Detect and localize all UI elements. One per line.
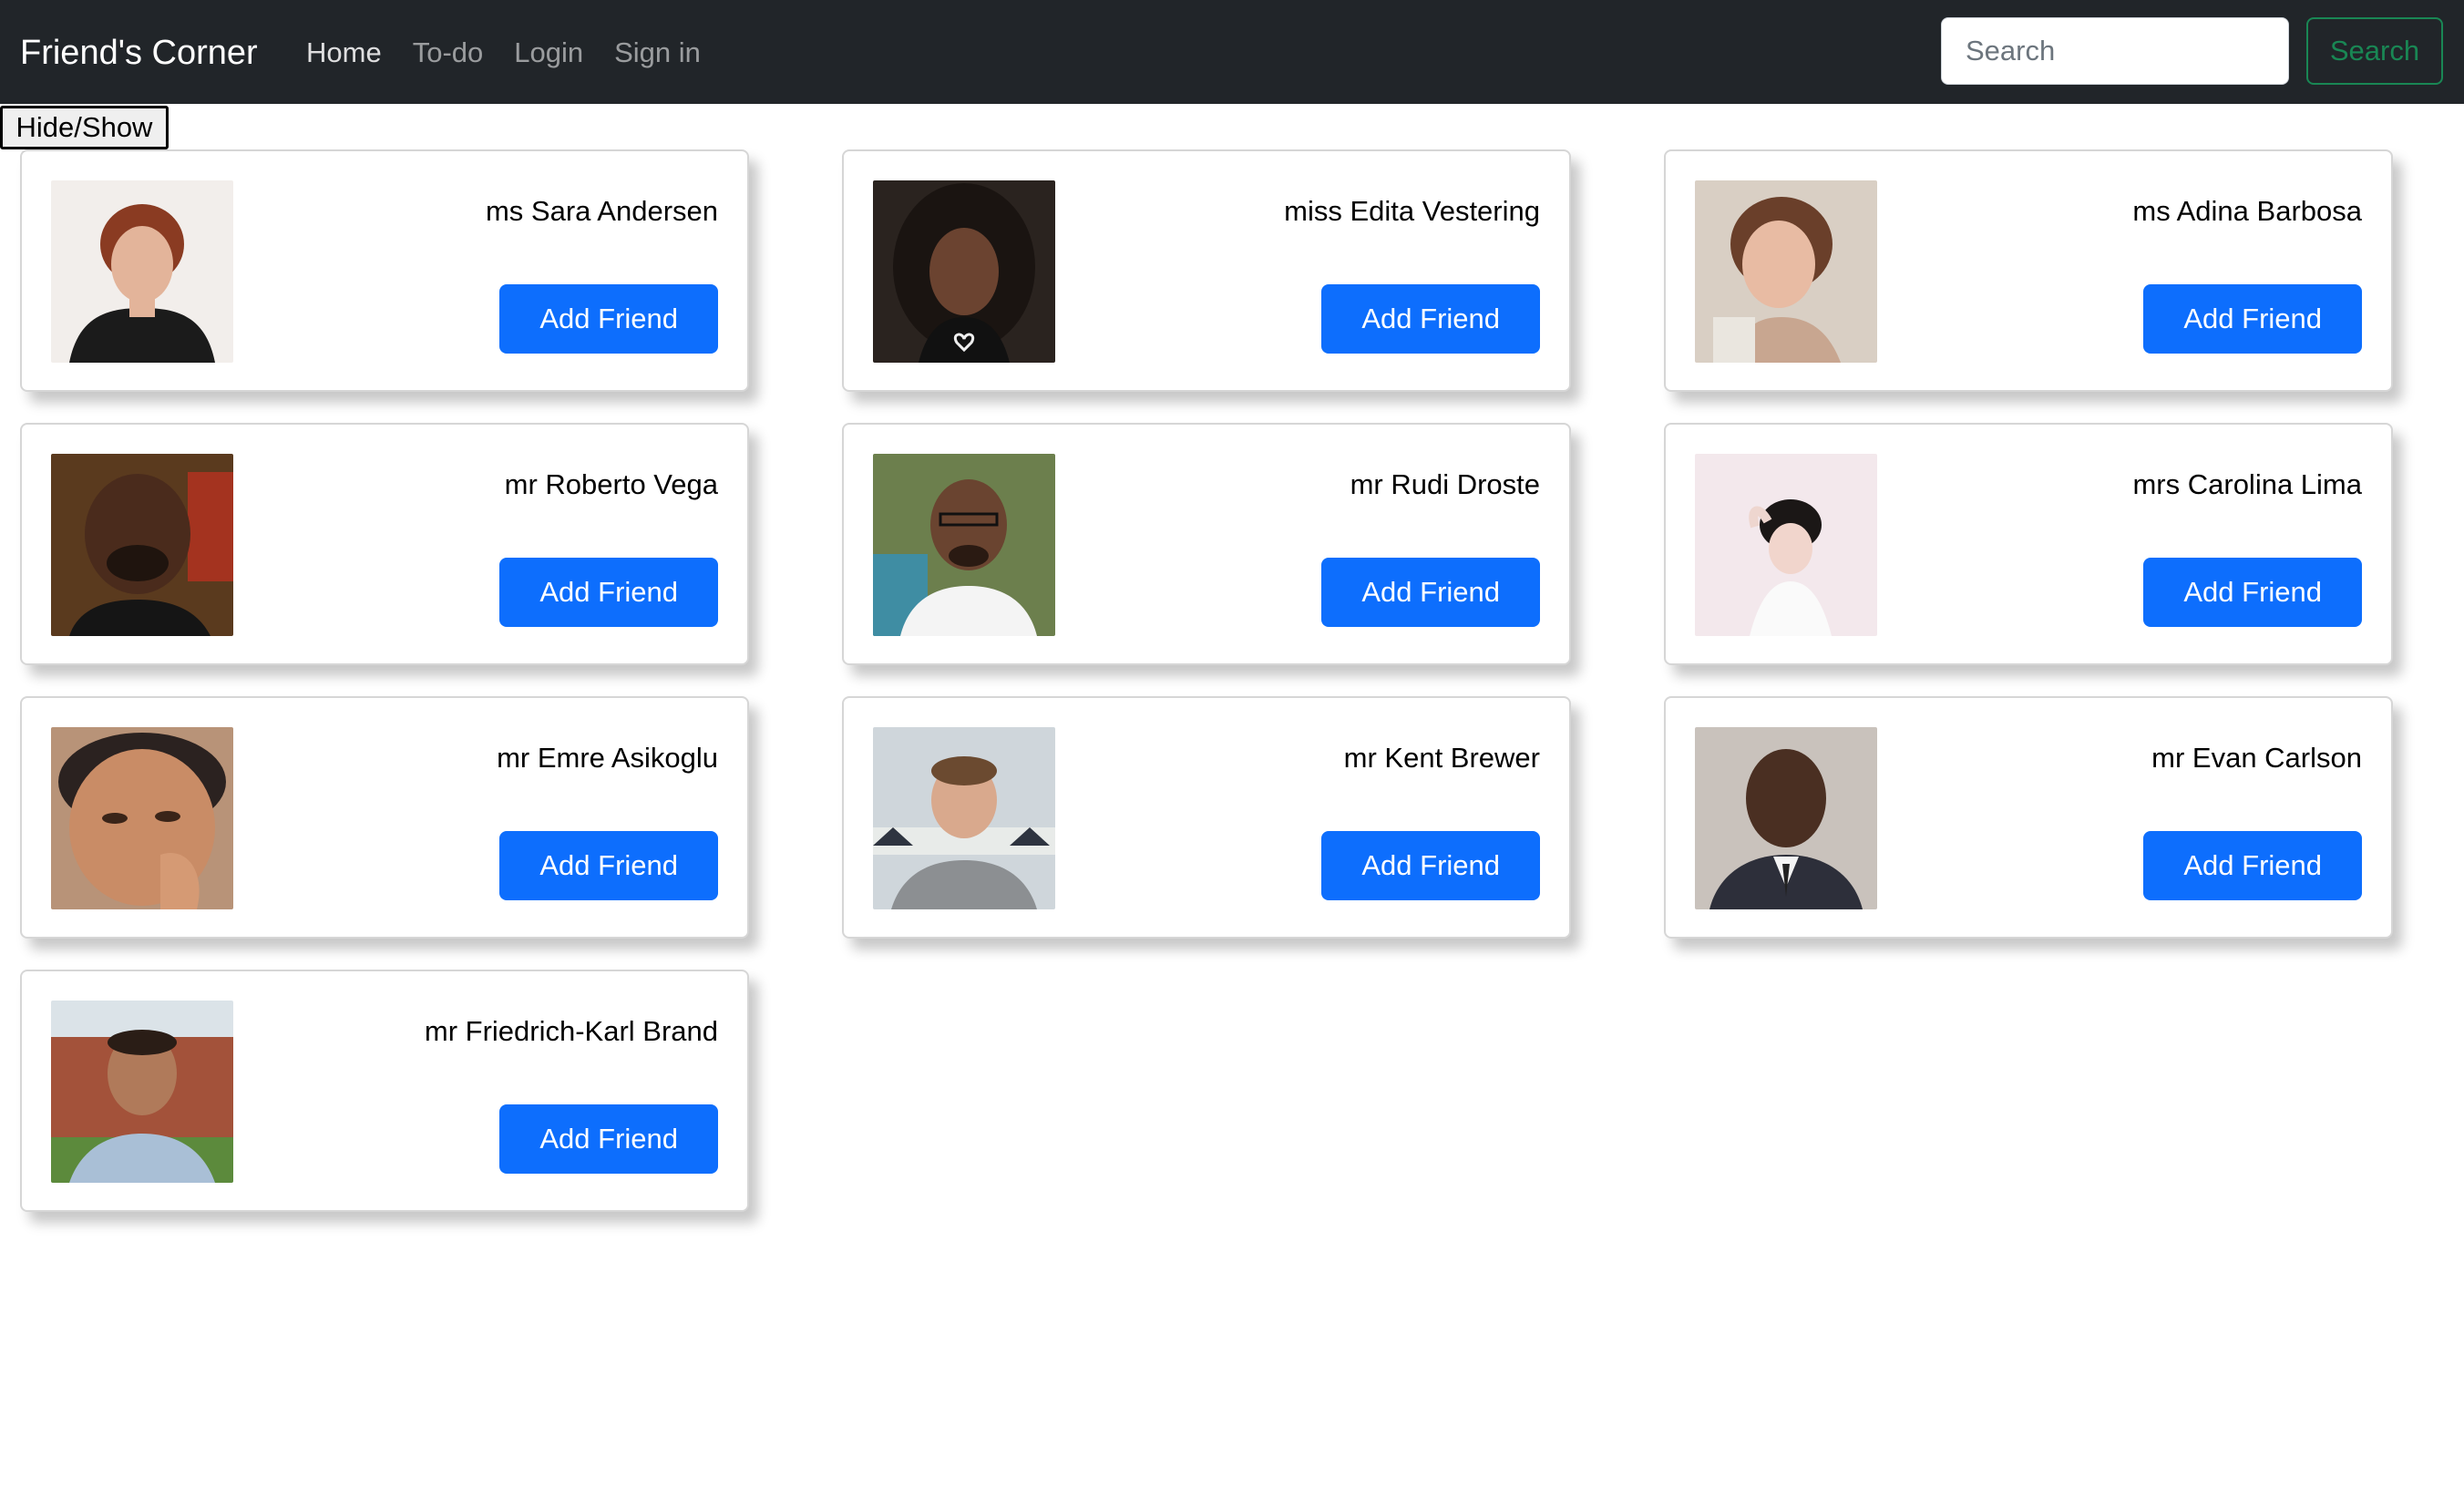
friend-card: mr Rudi Droste Add Friend <box>842 423 1571 665</box>
friend-card: mrs Carolina Lima Add Friend <box>1664 423 2393 665</box>
friend-card: mr Emre Asikoglu Add Friend <box>20 696 749 939</box>
friend-card: mr Roberto Vega Add Friend <box>20 423 749 665</box>
add-friend-button[interactable]: Add Friend <box>2143 558 2362 627</box>
friend-photo <box>873 180 1055 363</box>
brand-logo[interactable]: Friend's Corner <box>20 30 258 76</box>
add-friend-button[interactable]: Add Friend <box>499 284 718 354</box>
friend-photo <box>51 180 233 363</box>
friend-name: ms Adina Barbosa <box>2132 195 2362 227</box>
friend-card: miss Edita Vestering Add Friend <box>842 149 1571 392</box>
search-button[interactable]: Search <box>2306 17 2443 85</box>
friend-photo <box>51 1001 233 1183</box>
friend-photo <box>1695 454 1877 636</box>
friend-card-grid: ms Sara Andersen Add Friend miss Edita V… <box>0 0 2464 1509</box>
friend-name: mr Kent Brewer <box>1343 742 1540 774</box>
friend-name: mr Rudi Droste <box>1350 468 1540 500</box>
friend-photo <box>51 454 233 636</box>
add-friend-button[interactable]: Add Friend <box>1321 284 1540 354</box>
top-navbar: Friend's Corner Home To-do Login Sign in… <box>0 0 2464 104</box>
friend-name: mr Evan Carlson <box>2151 742 2362 774</box>
add-friend-button[interactable]: Add Friend <box>2143 831 2362 900</box>
add-friend-button[interactable]: Add Friend <box>1321 831 1540 900</box>
friend-card: mr Friedrich-Karl Brand Add Friend <box>20 970 749 1212</box>
add-friend-button[interactable]: Add Friend <box>499 831 718 900</box>
friend-photo <box>1695 180 1877 363</box>
friend-photo <box>873 727 1055 909</box>
add-friend-button[interactable]: Add Friend <box>2143 284 2362 354</box>
nav-link-login[interactable]: Login <box>514 30 583 76</box>
search-input[interactable] <box>1941 17 2289 85</box>
friend-name: miss Edita Vestering <box>1284 195 1540 227</box>
friend-photo <box>51 727 233 909</box>
friend-name: mrs Carolina Lima <box>2132 468 2362 500</box>
friend-name: mr Emre Asikoglu <box>497 742 718 774</box>
friend-name: ms Sara Andersen <box>485 195 718 227</box>
add-friend-button[interactable]: Add Friend <box>499 1104 718 1174</box>
friend-card: mr Evan Carlson Add Friend <box>1664 696 2393 939</box>
friend-name: mr Roberto Vega <box>504 468 718 500</box>
nav-link-todo[interactable]: To-do <box>413 30 484 76</box>
friend-card: ms Adina Barbosa Add Friend <box>1664 149 2393 392</box>
friend-photo <box>873 454 1055 636</box>
friend-card: mr Kent Brewer Add Friend <box>842 696 1571 939</box>
nav-links: Home To-do Login Sign in <box>306 30 701 76</box>
hide-show-button[interactable]: Hide/Show <box>0 106 169 149</box>
add-friend-button[interactable]: Add Friend <box>1321 558 1540 627</box>
nav-link-sign-in[interactable]: Sign in <box>614 30 701 76</box>
add-friend-button[interactable]: Add Friend <box>499 558 718 627</box>
friend-name: mr Friedrich-Karl Brand <box>424 1015 718 1047</box>
friend-card: ms Sara Andersen Add Friend <box>20 149 749 392</box>
friend-photo <box>1695 727 1877 909</box>
nav-link-home[interactable]: Home <box>306 30 382 76</box>
